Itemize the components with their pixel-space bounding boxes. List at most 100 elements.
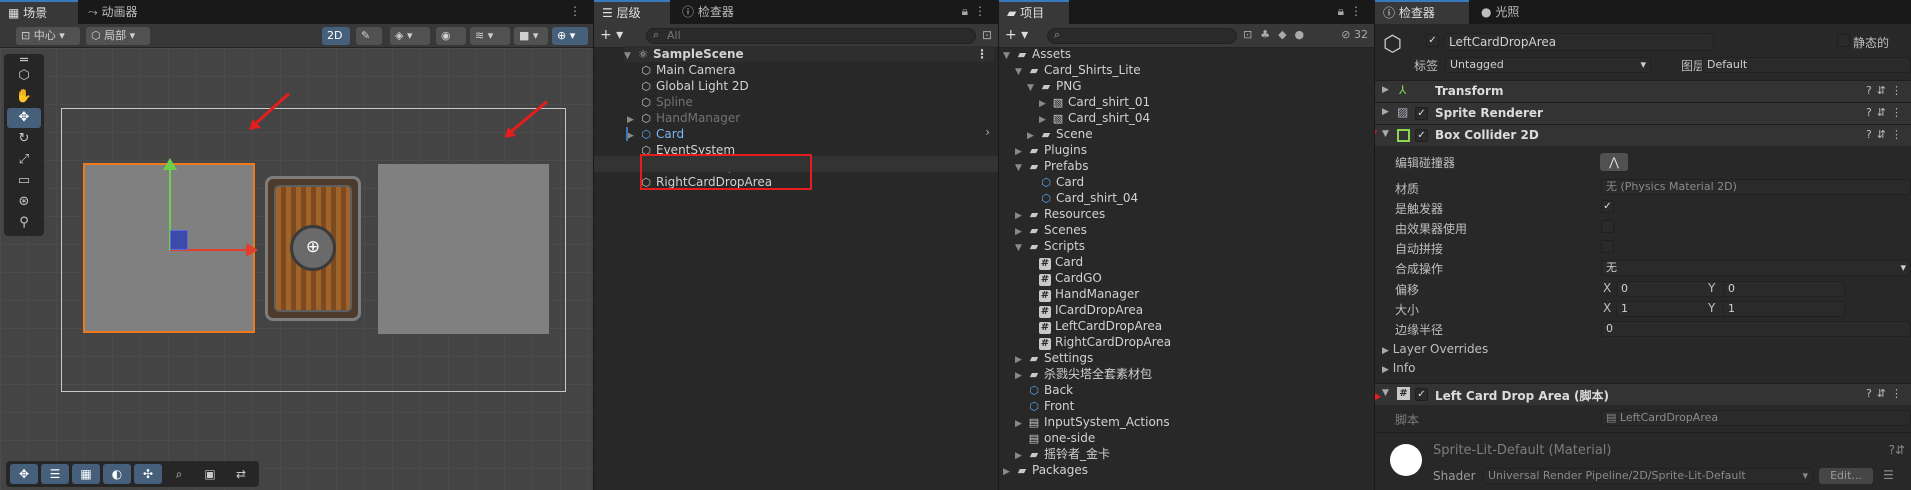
project-search-input[interactable]: ⌕ [1047,28,1237,44]
offset-y-field[interactable]: 0 [1723,281,1845,297]
tab-inspector-secondary[interactable]: ⓘ 检查器 [674,0,742,24]
hand-tool-icon[interactable]: ✋ [7,87,41,107]
project-item-folder[interactable]: ▼ ▰ Prefabs [1015,158,1089,174]
is-trigger-checkbox[interactable]: ✓ [1601,200,1614,213]
layer-dropdown[interactable]: Default [1702,57,1911,73]
project-item-image[interactable]: ▶ ▧ Card_shirt_04 [1039,110,1150,126]
tab-inspector[interactable]: ⓘ 检查器 [1375,0,1469,24]
collider-material-field[interactable]: 无 (Physics Material 2D) [1601,179,1911,195]
lighting-toggle-icon[interactable]: ✎ [356,27,382,45]
project-item-prefab[interactable]: ⬡ Card [1027,174,1084,190]
panel-menu-icon[interactable]: ⋮ [569,4,587,18]
sprite-renderer-enabled-checkbox[interactable]: ✓ [1415,107,1428,120]
project-item-folder[interactable]: ▼ ▰ Scripts [1015,238,1085,254]
project-item-folder[interactable]: ▼ ▰ Card_Shirts_Lite [1015,62,1141,78]
scene-root[interactable]: ▼ ⚛ SampleScene ⋮ [624,46,994,62]
project-item-prefab[interactable]: ⬡ Front [1015,398,1074,414]
component-tools-icon[interactable]: ?⇵⋮ [1866,84,1907,97]
info-foldout[interactable]: ▶ Info [1382,361,1415,375]
project-item-script[interactable]: # ICardDropArea [1027,302,1143,318]
size-y-field[interactable]: 1 [1723,301,1845,317]
cube-icon[interactable]: ⬡ [7,66,41,86]
mode-2d-toggle[interactable]: 2D [322,27,350,45]
search-options-icon[interactable]: ⊡ [982,28,992,42]
auto-tiling-checkbox[interactable] [1601,240,1614,253]
add-button[interactable]: + ▾ [600,27,623,43]
hierarchy-search-input[interactable]: ⌕ All [646,28,976,44]
static-checkbox[interactable] [1837,34,1850,47]
component-tools-icon[interactable]: ?⇵⋮ [1866,128,1907,141]
box-collider-enabled-checkbox[interactable]: ✓ [1415,129,1428,142]
hierarchy-item[interactable]: ⬡ Global Light 2D [639,78,749,94]
rotate-tool-icon[interactable]: ↻ [7,129,41,149]
project-item-folder[interactable]: ▶ ▰ Packages [1003,462,1088,478]
hierarchy-item[interactable]: ⬡ Spline [639,94,693,110]
lock-icon[interactable]: 🔒︎⋮ [1338,4,1368,19]
expand-arrow-icon[interactable]: ▼ [1003,48,1015,64]
project-item-folder[interactable]: ▶ ▰ Scene [1027,126,1093,142]
scale-tool-icon[interactable]: ⤢ [7,150,41,170]
tab-animator[interactable]: ⤳ 动画器 [80,0,145,24]
material-settings-icon[interactable]: ?⇵ [1889,443,1905,457]
tab-hierarchy[interactable]: ☰ 层级 [594,0,670,24]
chevron-right-icon[interactable]: › [985,125,990,139]
space-dropdown[interactable]: ⬡ 局部 ▾ [86,27,150,45]
component-tools-icon[interactable]: ?⇵⋮ [1866,106,1907,119]
used-by-effector-checkbox[interactable] [1601,220,1614,233]
camera-icon[interactable]: ▣ [196,464,224,484]
layers-dropdown-icon[interactable]: ◈ ▾ [390,27,430,45]
project-item-folder[interactable]: ▼ ▰ Assets [1003,46,1071,62]
tab-project[interactable]: ▰ 项目 [999,0,1069,24]
object-name-field[interactable]: LeftCardDropArea [1444,33,1714,51]
expand-arrow-icon[interactable]: ▼ [624,48,636,64]
project-item-folder[interactable]: ▶ ▰ Resources [1015,206,1105,222]
shader-dropdown[interactable]: Universal Render Pipeline/2D/Sprite-Lit-… [1483,468,1813,484]
tilemap-icon[interactable]: ▦ [72,464,100,484]
gizmos-dropdown-icon[interactable]: ⊕ ▾ [552,27,588,45]
material-menu-icon[interactable]: ☰ [1883,468,1894,482]
expand-arrow-icon[interactable]: ▼ [1015,64,1027,80]
layer-overrides-foldout[interactable]: ▶ Layer Overrides [1382,342,1488,356]
tab-scene[interactable]: ▦ 场景 [0,0,78,24]
project-item-script[interactable]: # CardGO [1027,270,1102,286]
right-drop-area-sprite[interactable] [378,164,549,334]
project-item-folder[interactable]: ▶ ▰ Plugins [1015,142,1087,158]
visibility-count[interactable]: ⊘ 32 [1341,28,1368,41]
lock-icon[interactable]: 🔒︎⋮ [962,4,992,19]
project-item-folder[interactable]: ▼ ▰ PNG [1027,78,1082,94]
card-sprite[interactable]: ⊕ [265,176,361,321]
expand-arrow-icon[interactable]: ▶ [1003,464,1015,480]
drop-area-script-header[interactable]: ▼ # ✓ Left Card Drop Area (脚本) ?⇵⋮ [1375,383,1911,405]
project-item-prefab[interactable]: ⬡ Back [1015,382,1073,398]
project-item-script[interactable]: # HandManager [1027,286,1139,302]
sliders-icon[interactable]: ☰ [41,464,69,484]
project-item-script[interactable]: # RightCardDropArea [1027,334,1171,350]
project-item-asset[interactable]: ▤ one-side [1015,430,1095,446]
move-handle-icon[interactable]: ✣ [134,464,162,484]
project-item-asset[interactable]: ▶ ▤ InputSystem_Actions [1015,414,1170,430]
tab-lighting[interactable]: ● 光照 [1473,0,1527,24]
draw-mode-dropdown-icon[interactable]: ≋ ▾ [470,27,510,45]
expand-arrow-icon[interactable]: ▶ [627,112,639,128]
project-item-folder[interactable]: ▶ ▰ 杀戮尖塔全套素材包 [1015,366,1152,382]
component-tools-icon[interactable]: ?⇵⋮ [1866,387,1907,400]
project-item-script[interactable]: # Card [1027,254,1083,270]
edge-radius-field[interactable]: 0 [1601,321,1911,337]
sphere-icon[interactable]: ◐ [103,464,131,484]
tag-dropdown[interactable]: Untagged ▾ [1445,57,1651,73]
project-item-folder[interactable]: ▶ ▰ Settings [1015,350,1093,366]
hierarchy-item[interactable]: ▶ ⬡ HandManager [627,110,740,126]
gizmo-plane-handle[interactable] [170,230,188,250]
offset-x-field[interactable]: 0 [1616,281,1736,297]
hierarchy-item[interactable]: ⬡ Main Camera [639,62,735,78]
project-item-image[interactable]: ▶ ▧ Card_shirt_01 [1039,94,1150,110]
expand-arrow-icon[interactable]: ▶ [627,128,639,144]
add-asset-button[interactable]: + ▾ [1005,27,1028,43]
composite-dropdown[interactable]: 无 ▾ [1601,260,1911,276]
scene-menu-icon[interactable]: ⋮ [976,46,988,62]
move-tool-icon[interactable]: ✥ [7,108,41,128]
project-item-script[interactable]: # LeftCardDropArea [1027,318,1162,334]
shuffle-icon[interactable]: ⇄ [227,464,255,484]
filter-icons[interactable]: ⊡♣◆● [1243,28,1312,41]
move-icon[interactable]: ✥ [10,464,38,484]
